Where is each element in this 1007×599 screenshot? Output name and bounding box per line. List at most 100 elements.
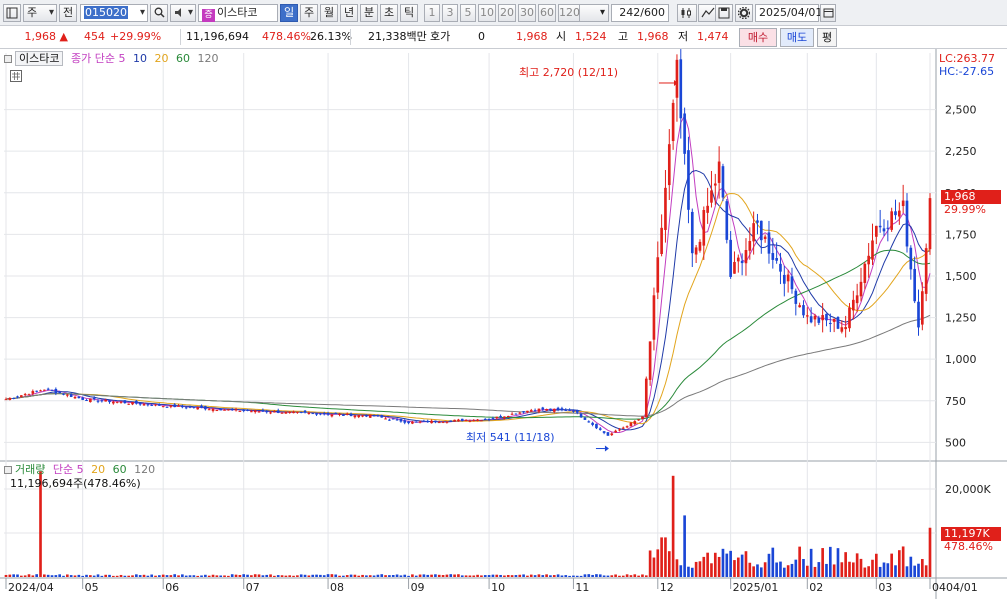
search-icon[interactable]: [150, 4, 168, 22]
candle-body: [480, 420, 483, 422]
candle-body: [679, 59, 683, 119]
candle-body: [476, 419, 479, 421]
volume-bar: [756, 564, 759, 577]
sell-button[interactable]: 매도: [780, 28, 814, 47]
interval-3[interactable]: 3: [442, 4, 458, 22]
stock-chart[interactable]: 5007501,0001,2501,5001,7502,0002,2502,50…: [0, 49, 1007, 599]
candle-body: [928, 198, 932, 250]
candle-body: [326, 412, 330, 415]
candle-body: [23, 394, 27, 396]
volume-bar: [621, 575, 625, 577]
volume-bar: [319, 574, 322, 577]
legend-stock-tab[interactable]: 이스타코: [15, 51, 64, 66]
evaluate-button[interactable]: 평: [817, 28, 837, 47]
count-total: /600: [640, 6, 665, 19]
candle-body: [112, 401, 115, 404]
candle-body: [284, 411, 288, 414]
volume-bar: [411, 574, 414, 577]
volume-menu-icon[interactable]: [4, 466, 12, 474]
turnover: 26.13%: [310, 30, 352, 43]
period-2[interactable]: 월: [320, 4, 338, 22]
volume-bar: [46, 574, 50, 577]
candle-body: [119, 401, 123, 403]
save-icon[interactable]: [715, 4, 733, 22]
buy-button[interactable]: 매수: [739, 28, 777, 47]
volume-bar: [514, 575, 518, 577]
candle-body: [437, 422, 441, 424]
volume-bar: [840, 562, 844, 577]
volume-bar: [882, 562, 886, 577]
candle-body: [426, 420, 430, 423]
count-field[interactable]: 242/600: [611, 4, 669, 22]
interval-5[interactable]: 5: [460, 4, 476, 22]
candle-body: [276, 410, 280, 413]
volume-bar: [89, 575, 92, 577]
layout-icon[interactable]: [3, 4, 21, 22]
candle-body: [215, 410, 219, 412]
period-5[interactable]: 초: [380, 4, 398, 22]
volume-bar: [273, 575, 276, 577]
volume-bar: [296, 575, 299, 577]
interval-20[interactable]: 20: [498, 4, 516, 22]
candle-body: [614, 430, 617, 433]
volume-bar: [855, 553, 859, 577]
chart-canvas[interactable]: 5007501,0001,2501,5001,7502,0002,2502,50…: [0, 49, 1007, 599]
volume-bar: [181, 574, 184, 577]
stock-name-field[interactable]: 증 이스타코: [198, 4, 278, 22]
candle-body: [786, 274, 790, 282]
candle-body: [50, 389, 54, 391]
volume-bar: [472, 575, 476, 577]
period-6[interactable]: 틱: [400, 4, 418, 22]
market-select[interactable]: 주: [23, 4, 57, 22]
volume-bar: [725, 553, 729, 577]
candle-body: [836, 316, 840, 329]
settings-icon[interactable]: [735, 4, 753, 22]
candle-body: [303, 410, 307, 413]
period-3[interactable]: 년: [340, 4, 358, 22]
candle-body: [832, 318, 836, 322]
candle-body: [598, 428, 602, 430]
volume-bar: [441, 575, 445, 577]
candle-body: [89, 398, 92, 403]
volume-bar: [449, 574, 453, 577]
candle-body: [503, 416, 506, 419]
candle-body: [725, 201, 729, 240]
volume-bar: [698, 561, 702, 577]
stock-code-input[interactable]: 015020: [80, 4, 148, 22]
interval-1[interactable]: 1: [424, 4, 440, 22]
volume-bar: [851, 562, 855, 577]
volume-bar: [165, 575, 169, 577]
prev-button[interactable]: 전: [59, 4, 77, 22]
period-1[interactable]: 주: [300, 4, 318, 22]
calendar-icon[interactable]: [820, 4, 836, 22]
candle-body: [748, 240, 752, 251]
volume-bar: [368, 575, 372, 577]
volume-bar: [100, 575, 104, 577]
period-0[interactable]: 일: [280, 4, 298, 22]
low-value: 1,474: [697, 30, 729, 43]
period-4[interactable]: 분: [360, 4, 378, 22]
date-field[interactable]: 2025/04/01: [755, 4, 822, 22]
volume-bar: [403, 574, 407, 577]
candle-body: [901, 200, 905, 207]
price-tick-label: 1,250: [945, 312, 977, 325]
table-toggle-icon[interactable]: [10, 70, 22, 82]
volume-ma5: 5: [76, 463, 84, 476]
candle-body: [69, 394, 73, 397]
interval-120[interactable]: 120: [558, 4, 580, 22]
stock-badge: 증: [202, 9, 215, 22]
volume-bar: [917, 563, 920, 577]
speaker-icon[interactable]: [170, 4, 196, 22]
volume-bar: [92, 575, 96, 577]
volume-bar: [802, 558, 805, 577]
candle-body: [556, 407, 560, 410]
interval-60[interactable]: 60: [538, 4, 556, 22]
candle-body: [242, 410, 246, 412]
volume-bar: [96, 574, 100, 577]
candle-type-icon[interactable]: [677, 4, 697, 22]
volume-bar: [430, 574, 433, 577]
legend-menu-icon[interactable]: [4, 55, 12, 63]
candle-body: [744, 250, 748, 264]
interval-30[interactable]: 30: [518, 4, 536, 22]
interval-10[interactable]: 10: [478, 4, 496, 22]
